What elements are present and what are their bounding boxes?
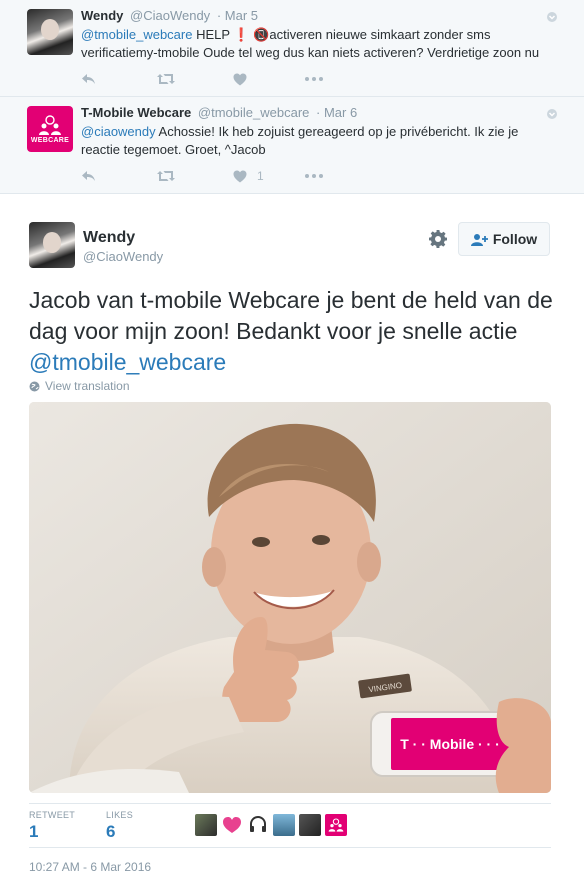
retweet-stat-label: RETWEET <box>29 810 76 820</box>
likes-stat-value: 6 <box>106 822 116 841</box>
avatar[interactable] <box>29 222 75 268</box>
globe-icon <box>29 381 40 391</box>
retweet-button[interactable] <box>157 169 175 183</box>
reply-button[interactable] <box>81 169 96 183</box>
likers-avatars <box>195 814 347 836</box>
liker-avatar[interactable] <box>195 814 217 836</box>
reply-button[interactable] <box>81 72 96 86</box>
follow-person-icon <box>470 233 488 246</box>
heart-icon <box>233 170 247 182</box>
retweet-stat-value: 1 <box>29 822 39 841</box>
mention-link[interactable]: @tmobile_webcare <box>29 349 226 375</box>
webcare-logo-icon <box>328 818 344 832</box>
user-name[interactable]: Wendy <box>83 229 135 247</box>
tweet-text-content: Jacob van t-mobile Webcare je bent de he… <box>29 287 553 344</box>
liker-avatar[interactable] <box>247 814 269 836</box>
more-button[interactable] <box>305 169 323 183</box>
tweet-text: @tmobile_webcare HELP ❗ 📵activeren nieuw… <box>81 26 556 62</box>
retweet-icon <box>157 171 175 181</box>
heart-icon <box>223 817 241 833</box>
liker-avatar[interactable] <box>273 814 295 836</box>
retweet-stat[interactable]: RETWEET 1 <box>29 810 75 842</box>
liker-avatar[interactable] <box>221 814 243 836</box>
tweet-date[interactable]: · Mar 6 <box>316 105 357 120</box>
photo-scene: VINGINO T · · Mobile · · · <box>29 402 551 793</box>
avatar[interactable]: WEBCARE <box>27 106 73 152</box>
tweet-header: T-Mobile Webcare @tmobile_webcare · Mar … <box>81 105 357 120</box>
user-name[interactable]: Wendy <box>81 8 123 23</box>
tweet-date[interactable]: · Mar 5 <box>217 8 258 23</box>
tweet-timestamp[interactable]: 10:27 AM - 6 Mar 2016 <box>29 860 151 874</box>
headphones-icon <box>250 816 266 832</box>
caret-icon[interactable] <box>546 108 558 120</box>
caret-icon[interactable] <box>546 11 558 23</box>
mention-link[interactable]: @tmobile_webcare <box>81 27 192 42</box>
tweet-stats: RETWEET 1 LIKES 6 <box>29 803 551 848</box>
user-handle[interactable]: @tmobile_webcare <box>198 105 309 120</box>
avatar-label: WEBCARE <box>30 136 70 144</box>
liker-avatar[interactable] <box>325 814 347 836</box>
view-translation-label: View translation <box>45 379 130 393</box>
follow-button[interactable]: Follow <box>458 222 550 256</box>
tweet-photo[interactable]: VINGINO T · · Mobile · · · <box>29 402 551 793</box>
reply-icon <box>82 74 95 84</box>
user-handle[interactable]: @CiaoWendy <box>130 8 210 23</box>
like-button[interactable]: 1 <box>233 169 264 183</box>
gear-icon[interactable] <box>428 229 448 249</box>
tweet-header: Wendy @CiaoWendy · Mar 5 <box>81 8 258 23</box>
reply-tweet-wendy[interactable]: Wendy @CiaoWendy · Mar 5 @tmobile_webcar… <box>0 0 584 97</box>
retweet-icon <box>157 74 175 84</box>
retweet-button[interactable] <box>157 72 175 86</box>
more-icon <box>305 77 323 81</box>
view-translation-link[interactable]: View translation <box>29 379 130 393</box>
user-handle[interactable]: @CiaoWendy <box>83 249 163 264</box>
mention-link[interactable]: @ciaowendy <box>81 124 156 139</box>
like-count: 1 <box>257 169 264 183</box>
likes-stat[interactable]: LIKES 6 <box>106 810 133 842</box>
follow-label: Follow <box>492 231 538 247</box>
like-button[interactable] <box>233 72 247 86</box>
tweet-text: @ciaowendy Achossie! Ik heb zojuist gere… <box>81 123 556 159</box>
avatar[interactable] <box>27 9 73 55</box>
reply-icon <box>82 171 95 181</box>
webcare-logo-icon <box>39 114 61 135</box>
likes-stat-label: LIKES <box>106 810 134 820</box>
liker-avatar[interactable] <box>299 814 321 836</box>
heart-icon <box>233 73 247 85</box>
reply-tweet-tmobile[interactable]: WEBCARE T-Mobile Webcare @tmobile_webcar… <box>0 97 584 194</box>
user-name[interactable]: T-Mobile Webcare <box>81 105 191 120</box>
more-button[interactable] <box>305 72 323 86</box>
phone-logo-text: T · · Mobile · · · <box>400 736 500 752</box>
more-icon <box>305 174 323 178</box>
tweet-text: Jacob van t-mobile Webcare je bent de he… <box>29 285 559 378</box>
